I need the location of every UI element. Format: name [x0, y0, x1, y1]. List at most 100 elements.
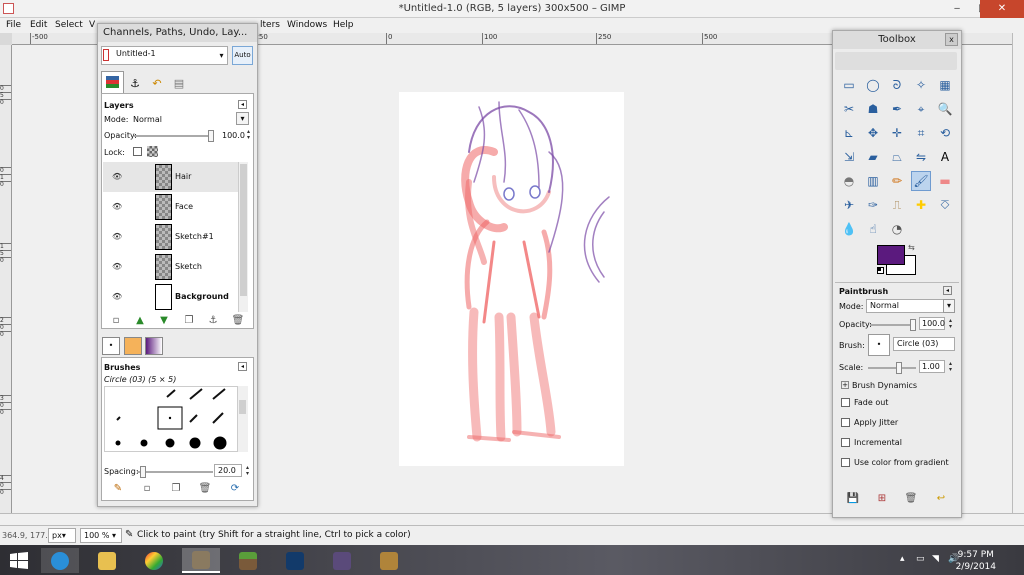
layer-row-face[interactable]: 👁 Face — [103, 192, 238, 222]
scroll-thumb[interactable] — [239, 400, 246, 414]
scissors-icon[interactable]: ✂ — [839, 99, 859, 119]
scale-field[interactable]: 1.00 — [919, 360, 945, 373]
tool-opacity-spinner[interactable]: ▴ ▾ — [947, 318, 954, 330]
menu-select[interactable]: Select — [55, 20, 83, 30]
layer-name[interactable]: Sketch — [175, 262, 202, 271]
color-picker-icon[interactable]: ⌖ — [911, 99, 931, 119]
tab-gradients[interactable] — [145, 337, 163, 355]
tool-opacity-slider[interactable] — [870, 319, 916, 331]
edit-brush-icon[interactable]: ✎ — [111, 482, 125, 496]
tab-paths[interactable]: ▤ — [168, 73, 190, 93]
taskbar-app[interactable] — [323, 548, 361, 573]
brush-name-field[interactable]: Circle (03) — [893, 337, 955, 351]
spacing-spinner[interactable]: ▴ ▾ — [244, 465, 251, 477]
opacity-slider[interactable] — [134, 130, 214, 142]
foreground-color-swatch[interactable] — [877, 245, 905, 265]
apply-jitter-label[interactable]: Apply Jitter — [854, 418, 898, 427]
incremental-checkbox[interactable] — [841, 438, 850, 447]
toolbox-title-bar[interactable]: Toolbox x — [833, 31, 961, 49]
default-colors-icon[interactable] — [877, 267, 884, 274]
delete-options-icon[interactable]: 🗑 — [904, 492, 918, 506]
scale-icon[interactable]: ⇲ — [839, 147, 859, 167]
taskbar-paint[interactable] — [135, 548, 173, 573]
vertical-scrollbar[interactable] — [1012, 33, 1024, 513]
eye-icon[interactable]: 👁 — [112, 292, 122, 301]
menu-filters[interactable]: lters — [260, 20, 280, 30]
delete-brush-icon[interactable]: 🗑 — [198, 482, 212, 496]
eye-icon[interactable]: 👁 — [112, 232, 122, 241]
brush-preview-button[interactable]: • — [868, 334, 890, 356]
layer-row-sketch[interactable]: 👁 Sketch — [103, 252, 238, 282]
eye-icon[interactable]: 👁 — [112, 262, 122, 271]
expand-icon[interactable]: + — [841, 381, 849, 389]
delete-layer-icon[interactable]: 🗑 — [231, 314, 245, 328]
spacing-field[interactable]: 20.0 — [214, 464, 242, 477]
menu-help[interactable]: Help — [333, 20, 354, 30]
unit-select[interactable]: px▾ — [48, 528, 76, 543]
free-select-icon[interactable]: ᘐ — [887, 75, 907, 95]
image-select[interactable]: Untitled-1 — [101, 46, 228, 65]
paths-icon[interactable]: ✒ — [887, 99, 907, 119]
close-button[interactable]: ✕ — [980, 0, 1024, 18]
anchor-layer-icon[interactable]: ⚓ — [206, 314, 220, 328]
opacity-spinner[interactable]: ▴ ▾ — [245, 129, 252, 141]
restore-options-icon[interactable]: ⊞ — [875, 492, 889, 506]
eraser-icon[interactable]: ▬ — [935, 171, 955, 191]
fuzzy-select-icon[interactable]: ✧ — [911, 75, 931, 95]
taskbar-ie[interactable] — [41, 548, 79, 573]
text-icon[interactable]: A — [935, 147, 955, 167]
taskbar-minecraft[interactable] — [229, 548, 267, 573]
refresh-brushes-icon[interactable]: ⟳ — [228, 482, 242, 496]
tab-channels[interactable]: ⚓ — [124, 73, 146, 93]
scale-spinner[interactable]: ▴ ▾ — [947, 361, 954, 373]
save-options-icon[interactable]: 💾 — [846, 492, 860, 506]
network-icon[interactable]: ◥ — [932, 554, 939, 564]
battery-icon[interactable]: ▭ — [916, 554, 925, 564]
tool-opacity-field[interactable]: 100.0 — [919, 317, 945, 330]
airbrush-icon[interactable]: ✈ — [839, 195, 859, 215]
scale-slider[interactable] — [868, 362, 916, 374]
toolbox-close-icon[interactable]: x — [945, 33, 958, 46]
reset-options-icon[interactable]: ↩ — [934, 492, 948, 506]
tab-patterns[interactable] — [124, 337, 142, 355]
lock-alpha-icon[interactable] — [147, 146, 158, 157]
auto-button[interactable]: Auto — [232, 46, 253, 65]
layer-row-sketch-1[interactable]: 👁 Sketch#1 — [103, 222, 238, 252]
scale-slider-knob[interactable] — [896, 362, 902, 374]
panel-menu-icon[interactable]: ◂ — [943, 286, 952, 295]
chevron-down-icon[interactable]: ▾ — [216, 47, 227, 64]
move-icon[interactable]: ✥ — [863, 123, 883, 143]
foreground-select-icon[interactable]: ☗ — [863, 99, 883, 119]
shear-icon[interactable]: ▰ — [863, 147, 883, 167]
apply-jitter-checkbox[interactable] — [841, 418, 850, 427]
tool-mode-dropdown-icon[interactable]: ▾ — [943, 299, 955, 313]
minimize-button[interactable]: ‒ — [944, 0, 970, 18]
rotate-icon[interactable]: ⟲ — [935, 123, 955, 143]
tab-undo[interactable]: ↶ — [146, 73, 168, 93]
use-gradient-label[interactable]: Use color from gradient — [854, 458, 949, 467]
perspective-icon[interactable]: ⏢ — [887, 147, 907, 167]
layers-scrollbar[interactable] — [238, 162, 248, 312]
new-layer-icon[interactable]: ▫ — [109, 314, 123, 328]
tool-mode-select[interactable]: Normal — [866, 299, 944, 313]
scroll-thumb[interactable] — [240, 164, 247, 296]
incremental-label[interactable]: Incremental — [854, 438, 902, 447]
taskbar-gimp[interactable] — [182, 548, 220, 573]
zoom-select[interactable]: 100 % ▾ — [80, 528, 122, 543]
brushes-scrollbar[interactable] — [238, 386, 248, 452]
wilber-drop-zone[interactable] — [835, 52, 957, 70]
mode-dropdown-icon[interactable]: ▾ — [236, 112, 249, 125]
new-brush-icon[interactable]: ▫ — [140, 482, 154, 496]
bucket-fill-icon[interactable]: ◓ — [839, 171, 859, 191]
swap-colors-icon[interactable]: ⇆ — [908, 243, 915, 252]
layer-name[interactable]: Face — [175, 202, 193, 211]
clone-icon[interactable]: ⎍ — [887, 195, 907, 215]
taskbar-explorer[interactable] — [88, 548, 126, 573]
heal-icon[interactable]: ✚ — [911, 195, 931, 215]
raise-layer-icon[interactable]: ▲ — [133, 314, 147, 328]
dock-title-bar[interactable]: Channels, Paths, Undo, Lay... — [98, 24, 257, 42]
lower-layer-icon[interactable]: ▼ — [157, 314, 171, 328]
color-select-icon[interactable]: ▦ — [935, 75, 955, 95]
duplicate-brush-icon[interactable]: ❐ — [169, 482, 183, 496]
vertical-ruler[interactable]: 0 5 0 0 1 0 1 5 0 2 0 0 3 0 0 4 0 0 — [0, 45, 12, 513]
